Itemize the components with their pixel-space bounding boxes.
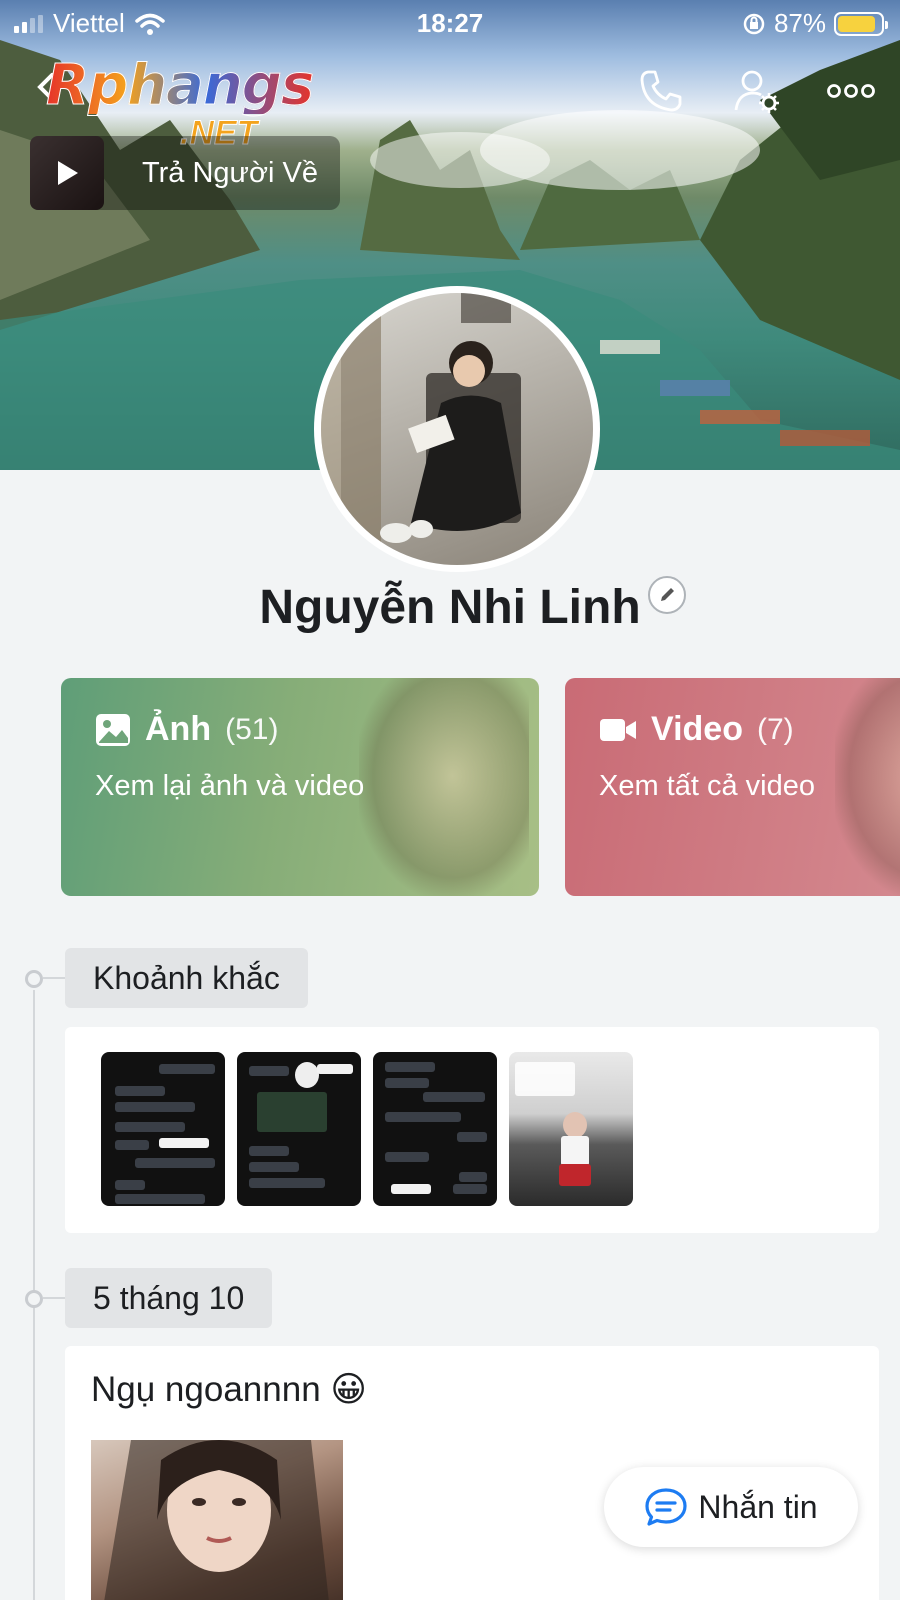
moment-thumbnail[interactable] bbox=[509, 1052, 633, 1206]
message-button-label: Nhắn tin bbox=[698, 1488, 818, 1525]
edit-name-button[interactable] bbox=[648, 576, 686, 614]
battery-percent: 87% bbox=[773, 8, 826, 38]
music-thumbnail[interactable] bbox=[30, 136, 104, 210]
photos-label: Ảnh bbox=[145, 710, 212, 748]
message-button[interactable]: Nhắn tin bbox=[604, 1467, 858, 1547]
chat-bubble-icon bbox=[645, 1488, 688, 1526]
music-title: Trả Người Về bbox=[142, 156, 318, 189]
avatar-photo bbox=[321, 293, 521, 565]
photos-count: (51) bbox=[225, 712, 279, 746]
photos-card[interactable]: Ảnh (51) Xem lại ảnh và video bbox=[61, 678, 539, 896]
videos-card-preview bbox=[835, 678, 900, 896]
profile-name: Nguyễn Nhi Linh bbox=[259, 581, 641, 634]
post-image[interactable] bbox=[91, 1440, 343, 1600]
profile-music[interactable]: Trả Người Về bbox=[30, 136, 340, 210]
moment-thumbnail[interactable] bbox=[373, 1052, 497, 1206]
phone-icon bbox=[640, 70, 682, 112]
videos-count: (7) bbox=[756, 712, 794, 746]
date-label: 5 tháng 10 bbox=[42, 1268, 273, 1328]
post-photo bbox=[104, 1440, 329, 1600]
more-button[interactable] bbox=[826, 68, 876, 114]
profile-name-row: Nguyễn Nhi Linh bbox=[0, 580, 900, 635]
status-bar: Viettel 18:27 87% bbox=[0, 0, 900, 44]
videos-card-header: Video (7) bbox=[599, 710, 794, 749]
user-settings-icon bbox=[734, 70, 779, 113]
videos-subtitle: Xem tất cả video bbox=[599, 770, 815, 802]
rotation-lock-icon bbox=[743, 13, 765, 34]
status-right: 87% bbox=[742, 8, 888, 39]
video-camera-icon bbox=[600, 718, 636, 741]
timeline-dot bbox=[25, 970, 43, 988]
moments-label: Khoảnh khắc bbox=[43, 948, 308, 1008]
more-icon bbox=[827, 84, 875, 98]
battery-fill bbox=[838, 15, 875, 32]
battery-icon bbox=[834, 11, 888, 36]
moments-strip bbox=[65, 1027, 879, 1233]
timeline-dot bbox=[25, 1290, 43, 1308]
play-icon bbox=[58, 161, 78, 185]
videos-label: Video bbox=[651, 710, 743, 748]
pencil-icon bbox=[661, 588, 674, 601]
videos-card[interactable]: Video (7) Xem tất cả video bbox=[565, 678, 900, 896]
photos-card-header: Ảnh (51) bbox=[95, 710, 278, 749]
moments-thumbnails bbox=[101, 1052, 633, 1206]
image-icon bbox=[96, 713, 130, 746]
profile-settings-button[interactable] bbox=[734, 68, 780, 114]
moment-thumbnail[interactable] bbox=[101, 1052, 225, 1206]
watermark-logo: Rphangs bbox=[45, 53, 314, 118]
photos-subtitle: Xem lại ảnh và video bbox=[95, 770, 365, 802]
call-button[interactable] bbox=[638, 68, 684, 114]
avatar[interactable] bbox=[314, 286, 600, 572]
post-text: Ngụ ngoannnn 😀 bbox=[91, 1370, 367, 1409]
moment-thumbnail[interactable] bbox=[237, 1052, 361, 1206]
photos-card-preview bbox=[359, 678, 529, 896]
